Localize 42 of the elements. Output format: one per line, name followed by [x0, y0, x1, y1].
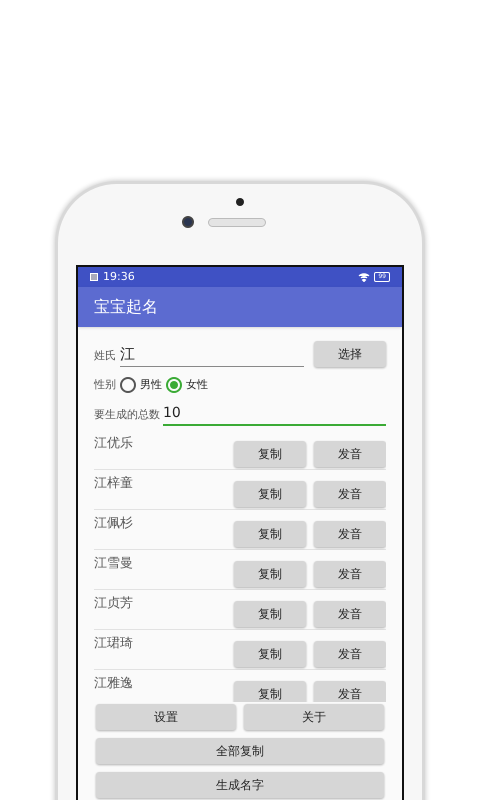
pronounce-button[interactable]: 发音 [314, 481, 386, 507]
copy-button[interactable]: 复制 [234, 641, 306, 667]
sensor-icon [236, 198, 244, 206]
surname-field[interactable]: 江 [120, 342, 304, 367]
radio-label: 男性 [140, 376, 162, 393]
pronounce-button[interactable]: 发音 [314, 681, 386, 702]
copy-button[interactable]: 复制 [234, 441, 306, 467]
field-label: 姓氏 [94, 348, 116, 364]
pronounce-button[interactable]: 发音 [314, 641, 386, 667]
action-button[interactable]: 关于 [244, 704, 384, 730]
name-text: 江梓童 [94, 475, 133, 493]
status-time: 19:36 [103, 268, 135, 285]
name-text: 江珺琦 [94, 635, 133, 653]
radio-button[interactable] [166, 377, 182, 393]
copy-button[interactable]: 复制 [234, 521, 306, 547]
action-button[interactable]: 设置 [96, 704, 236, 730]
select-button[interactable]: 选择 [314, 341, 386, 367]
speaker-icon [208, 218, 266, 226]
field-label: 要生成的总数 [94, 406, 160, 422]
radio-button[interactable] [120, 377, 136, 393]
wifi-icon [358, 272, 370, 282]
copy-button[interactable]: 复制 [234, 681, 306, 702]
copy-button[interactable]: 复制 [234, 481, 306, 507]
name-text: 江雅逸 [94, 675, 133, 693]
app-title: 宝宝起名 [94, 296, 158, 318]
pronounce-button[interactable]: 发音 [314, 561, 386, 587]
camera-icon [182, 216, 194, 228]
count-field[interactable]: 10 [163, 403, 386, 426]
copy-button[interactable]: 复制 [234, 561, 306, 587]
name-text: 江贞芳 [94, 595, 133, 613]
name-text: 江佩杉 [94, 515, 133, 533]
field-label: 性别 [94, 376, 116, 393]
image-icon [90, 273, 98, 281]
pronounce-button[interactable]: 发音 [314, 521, 386, 547]
action-button[interactable]: 生成名字 [96, 772, 384, 798]
action-button[interactable]: 全部复制 [96, 738, 384, 764]
copy-button[interactable]: 复制 [234, 601, 306, 627]
pronounce-button[interactable]: 发音 [314, 601, 386, 627]
name-text: 江雪曼 [94, 555, 133, 573]
radio-label: 女性 [186, 376, 208, 393]
name-text: 江优乐 [94, 435, 133, 453]
pronounce-button[interactable]: 发音 [314, 441, 386, 467]
